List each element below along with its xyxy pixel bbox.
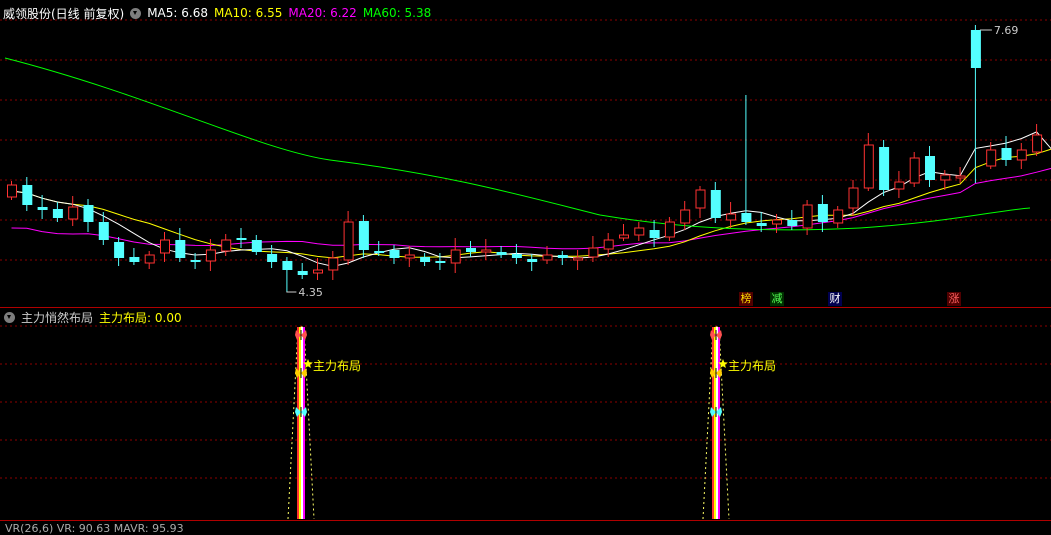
butterfly-icon (710, 407, 722, 417)
butterfly-icon (710, 368, 722, 378)
signal-label-1: 主力布局 (313, 357, 361, 374)
butterfly-icon (295, 368, 307, 378)
butterfly-icon (295, 330, 307, 340)
vr-values: VR(26,6) VR: 90.63 MAVR: 95.93 (5, 522, 184, 535)
butterfly-icon (710, 330, 722, 340)
main-force-signal[interactable] (288, 327, 314, 519)
main-force-signal[interactable] (703, 327, 729, 519)
vr-indicator-header: VR(26,6) VR: 90.63 MAVR: 95.93 (0, 521, 190, 535)
indicator-chart[interactable] (0, 0, 1051, 531)
signal-label-2: 主力布局 (728, 357, 776, 374)
butterfly-icon (295, 407, 307, 417)
